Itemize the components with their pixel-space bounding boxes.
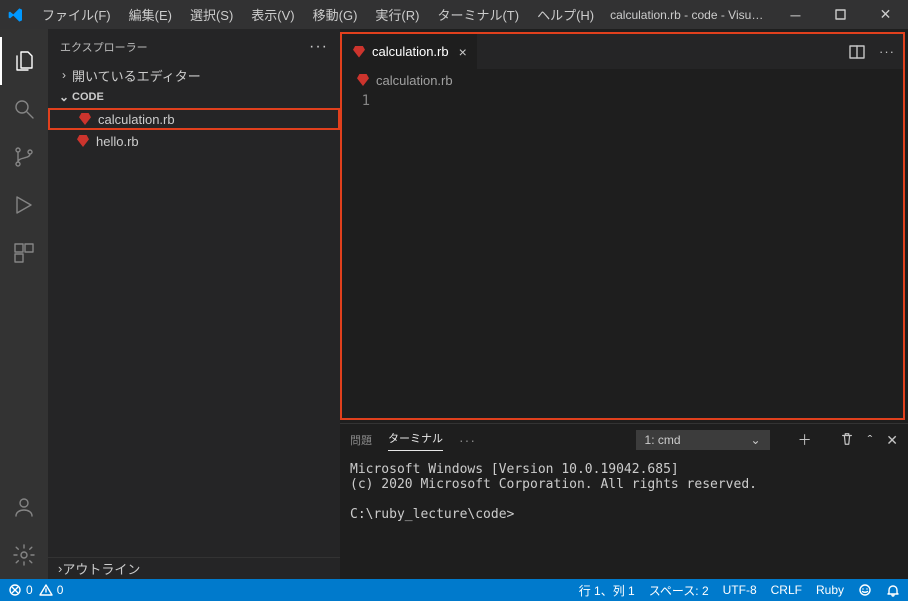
workspace-label: CODE	[72, 91, 104, 103]
file-item-hello[interactable]: hello.rb	[48, 130, 340, 152]
ruby-file-icon	[78, 112, 92, 126]
error-icon	[8, 583, 22, 597]
explorer-actions-button[interactable]: ···	[309, 38, 328, 56]
status-encoding[interactable]: UTF-8	[723, 583, 757, 597]
activity-explorer[interactable]	[0, 37, 48, 85]
explorer-title: エクスプローラー	[60, 39, 148, 55]
terminal-selector[interactable]: 1: cmd ⌄	[636, 430, 770, 450]
gear-icon	[12, 543, 36, 567]
terminal-selector-label: 1: cmd	[645, 433, 681, 447]
status-indent[interactable]: スペース: 2	[649, 582, 709, 599]
activity-extensions[interactable]	[0, 229, 48, 277]
status-feedback[interactable]	[858, 583, 872, 597]
branch-icon	[12, 145, 36, 169]
menu-help[interactable]: ヘルプ(H)	[529, 1, 602, 28]
line-gutter: 1	[342, 91, 382, 418]
files-icon	[13, 49, 37, 73]
status-bar: 0 0 行 1、列 1 スペース: 2 UTF-8 CRLF Ruby	[0, 579, 908, 601]
editor-tab-calculation[interactable]: calculation.rb ×	[342, 34, 478, 69]
status-errors-count: 0	[26, 583, 33, 597]
activity-accounts[interactable]	[0, 483, 48, 531]
chevron-right-icon: ›	[58, 68, 70, 82]
tab-close-button[interactable]: ×	[459, 44, 467, 60]
ruby-file-icon	[76, 134, 90, 148]
status-notifications[interactable]	[886, 583, 900, 597]
ruby-file-icon	[356, 73, 370, 87]
panel-tab-problems[interactable]: 問題	[350, 432, 372, 448]
menu-bar: ファイル(F) 編集(E) 選択(S) 表示(V) 移動(G) 実行(R) ター…	[34, 1, 602, 28]
tab-label: calculation.rb	[372, 44, 449, 59]
menu-terminal[interactable]: ターミナル(T)	[429, 1, 527, 28]
outline-section[interactable]: › アウトライン	[48, 557, 340, 579]
menu-view[interactable]: 表示(V)	[243, 1, 302, 28]
outline-label: アウトライン	[62, 559, 140, 578]
panel-maximize-button[interactable]: ˆ	[868, 432, 873, 448]
open-editors-label: 開いているエディター	[72, 66, 201, 85]
activity-source-control[interactable]	[0, 133, 48, 181]
file-item-calculation[interactable]: calculation.rb	[48, 108, 340, 130]
terminal-new-button[interactable]: ＋	[798, 430, 812, 450]
menu-file[interactable]: ファイル(F)	[34, 1, 119, 28]
terminal-line: Microsoft Windows [Version 10.0.19042.68…	[350, 462, 679, 477]
menu-run[interactable]: 実行(R)	[367, 1, 427, 28]
breadcrumb-file: calculation.rb	[376, 73, 453, 88]
chevron-down-icon: ⌄	[751, 433, 761, 447]
file-name: calculation.rb	[98, 112, 175, 127]
chevron-down-icon: ⌄	[58, 90, 70, 104]
panel-tab-overflow[interactable]: ···	[459, 432, 476, 448]
window-minimize-button[interactable]: ─	[773, 0, 818, 29]
terminal-line: (c) 2020 Microsoft Corporation. All righ…	[350, 477, 757, 492]
activity-settings[interactable]	[0, 531, 48, 579]
editor-area: calculation.rb × ··· calculation.rb 1	[340, 32, 905, 420]
activity-search[interactable]	[0, 85, 48, 133]
activity-run-debug[interactable]	[0, 181, 48, 229]
menu-go[interactable]: 移動(G)	[305, 1, 366, 28]
bottom-panel: 問題 ターミナル ··· 1: cmd ⌄ ＋ ˆ ✕ Mi	[340, 423, 908, 579]
breadcrumb[interactable]: calculation.rb	[342, 69, 903, 91]
window-maximize-button[interactable]	[818, 0, 863, 29]
terminal-prompt: C:\ruby_lecture\code>	[350, 507, 514, 522]
status-errors[interactable]: 0	[8, 583, 33, 597]
trash-icon	[840, 432, 854, 446]
window-title: calculation.rb - code - Visual Studio C.…	[602, 8, 773, 22]
code-editor[interactable]: 1	[342, 91, 903, 418]
terminal-kill-button[interactable]	[840, 432, 854, 449]
extensions-icon	[12, 241, 36, 265]
ruby-file-icon	[352, 45, 366, 59]
terminal-body[interactable]: Microsoft Windows [Version 10.0.19042.68…	[340, 456, 908, 579]
feedback-icon	[858, 583, 872, 597]
window-close-button[interactable]: ✕	[863, 0, 908, 29]
menu-edit[interactable]: 編集(E)	[121, 1, 180, 28]
status-eol[interactable]: CRLF	[771, 583, 802, 597]
file-name: hello.rb	[96, 134, 139, 149]
search-icon	[12, 97, 36, 121]
status-warnings-count: 0	[57, 583, 64, 597]
play-bug-icon	[12, 193, 36, 217]
menu-select[interactable]: 選択(S)	[182, 1, 241, 28]
warning-icon	[39, 583, 53, 597]
panel-close-button[interactable]: ✕	[886, 432, 898, 449]
open-editors-section[interactable]: › 開いているエディター	[48, 64, 340, 86]
split-editor-icon[interactable]	[849, 44, 865, 60]
title-bar: ファイル(F) 編集(E) 選択(S) 表示(V) 移動(G) 実行(R) ター…	[0, 0, 908, 29]
panel-tab-terminal[interactable]: ターミナル	[388, 430, 443, 451]
vscode-logo-icon	[8, 7, 24, 23]
explorer-sidebar: エクスプローラー ··· › 開いているエディター ⌄ CODE calcula…	[48, 29, 340, 579]
bell-icon	[886, 583, 900, 597]
activity-bar	[0, 29, 48, 579]
status-warnings[interactable]: 0	[39, 583, 64, 597]
status-line-col[interactable]: 行 1、列 1	[579, 582, 635, 599]
status-language[interactable]: Ruby	[816, 583, 844, 597]
workspace-root[interactable]: ⌄ CODE	[48, 86, 340, 108]
editor-more-actions[interactable]: ···	[879, 44, 895, 59]
editor-tab-bar: calculation.rb × ···	[342, 34, 903, 69]
account-icon	[12, 495, 36, 519]
